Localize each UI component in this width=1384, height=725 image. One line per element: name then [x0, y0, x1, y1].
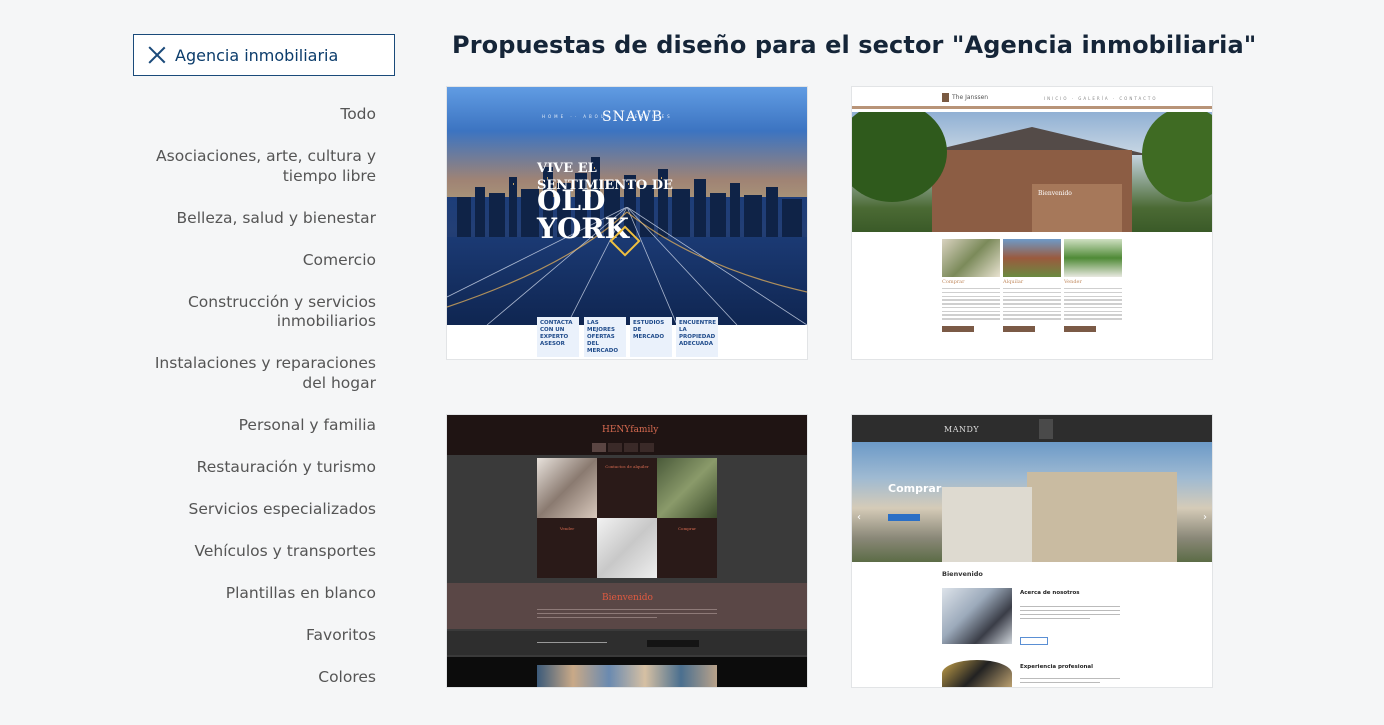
category-item[interactable]: Instalaciones y reparaciones del hogar: [150, 354, 376, 393]
template-nav: INICIO · GALERÍA · CONTACTO: [1044, 96, 1158, 101]
template-hero-title: Comprar: [888, 482, 942, 495]
template-preview-image: Bienvenido: [852, 112, 1212, 232]
thumbnail-image: [1064, 239, 1122, 277]
template-card-henyfamily[interactable]: HENYfamily Contactos de alquiler Vender …: [447, 415, 807, 687]
template-hero-big: OLD: [537, 184, 606, 217]
category-item[interactable]: Vehículos y transportes: [150, 542, 376, 562]
category-item[interactable]: Restauración y turismo: [150, 458, 376, 478]
template-feature-box: LAS MEJORES OFERTAS DEL MERCADO: [584, 317, 626, 357]
template-text-cell: Comprar: [657, 518, 717, 578]
template-nav: [1039, 419, 1107, 439]
template-hero-line: VIVE EL: [537, 161, 597, 176]
active-filter-chip[interactable]: Agencia inmobiliaria: [133, 34, 395, 76]
template-logo: SNAWB: [602, 109, 664, 125]
chevron-left-icon: ‹: [857, 512, 861, 523]
template-preview-image: Comprar ‹ ›: [852, 442, 1212, 562]
category-item[interactable]: Servicios especializados: [150, 500, 377, 520]
thumbnail-image: [1003, 239, 1061, 277]
category-item[interactable]: Belleza, salud y bienestar: [150, 209, 376, 229]
category-item[interactable]: Asociaciones, arte, cultura y tiempo lib…: [150, 147, 376, 186]
template-logo: MANDY: [944, 425, 980, 434]
page-title: Propuestas de diseño para el sector "Age…: [452, 31, 1257, 59]
template-text-cell: Vender: [537, 518, 597, 578]
template-subheading: Experiencia profesional: [1020, 664, 1093, 670]
category-item[interactable]: Todo: [150, 105, 376, 125]
category-item[interactable]: Comercio: [150, 251, 376, 271]
category-item[interactable]: Colores: [150, 668, 376, 688]
category-list: Todo Asociaciones, arte, cultura y tiemp…: [150, 105, 376, 710]
template-welcome: Bienvenido: [942, 570, 983, 578]
template-photo: [657, 458, 717, 518]
category-item[interactable]: Plantillas en blanco: [150, 584, 376, 604]
template-card-snawb[interactable]: HOME ·· ABOUT ·· SERVICES SNAWB VIVE EL …: [447, 87, 807, 359]
close-icon[interactable]: [148, 46, 166, 64]
column-title: Comprar: [942, 279, 965, 285]
template-subheading: Acerca de nosotros: [1020, 590, 1080, 596]
template-band-title: Bienvenido: [602, 593, 653, 603]
template-feature-box: CONTACTA CON UN EXPERTO ASESOR: [537, 317, 579, 357]
template-feature-box: ENCUENTRE LA PROPIEDAD ADECUADA: [676, 317, 718, 357]
category-item[interactable]: Personal y familia: [150, 416, 376, 436]
template-nav: [592, 443, 654, 452]
active-filter-label: Agencia inmobiliaria: [175, 45, 339, 65]
template-gallery-page: Agencia inmobiliaria Todo Asociaciones, …: [0, 0, 1384, 725]
template-photo: [597, 518, 657, 578]
template-feature-box: ESTUDIOS DE MERCADO: [630, 317, 672, 357]
chevron-right-icon: ›: [1203, 512, 1207, 523]
template-card-mandy[interactable]: MANDY Comprar ‹ › Bienvenido Acerca de n…: [852, 415, 1212, 687]
category-item[interactable]: Favoritos: [150, 626, 376, 646]
template-overlay-title: Bienvenido: [1038, 190, 1072, 197]
template-photo: [537, 458, 597, 518]
column-title: Vender: [1064, 279, 1082, 285]
template-logo: HENYfamily: [602, 425, 659, 435]
thumbnail-image: [942, 239, 1000, 277]
template-photo: [537, 665, 717, 687]
template-photo: [942, 588, 1012, 644]
template-card-janssen[interactable]: The Janssen INICIO · GALERÍA · CONTACTO …: [852, 87, 1212, 359]
template-photo: [942, 660, 1012, 687]
template-preview-image: HOME ·· ABOUT ·· SERVICES SNAWB VIVE EL …: [447, 87, 807, 325]
template-text-cell: Contactos de alquiler: [597, 458, 657, 518]
column-title: Alquilar: [1003, 279, 1024, 285]
template-logo: The Janssen: [942, 93, 988, 102]
category-item[interactable]: Construcción y servicios inmobiliarios: [150, 293, 376, 332]
